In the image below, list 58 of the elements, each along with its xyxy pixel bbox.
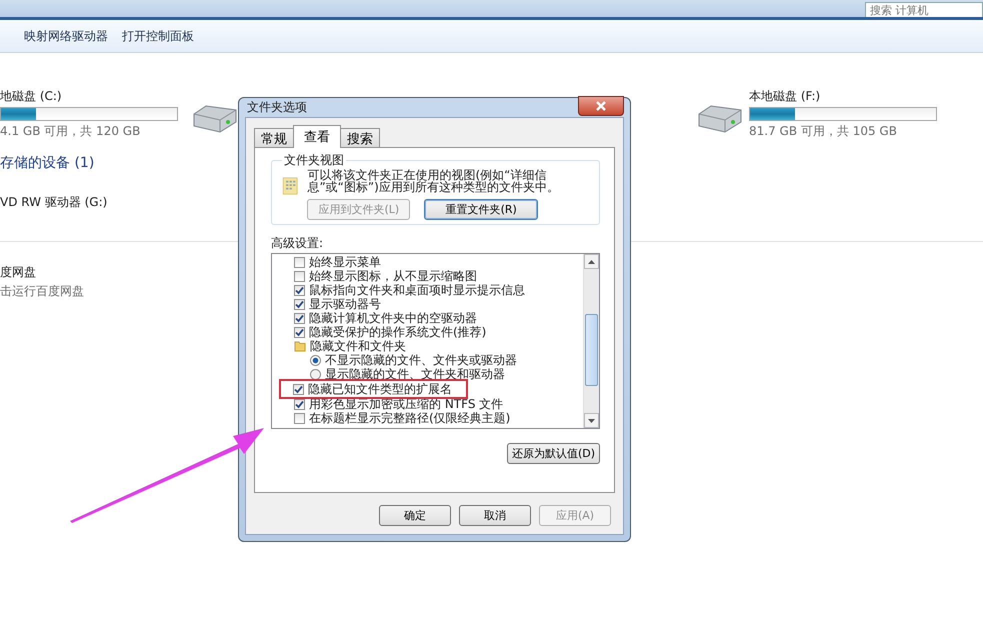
highlighted-setting[interactable]: 隐藏已知文件类型的扩展名 <box>281 381 466 397</box>
drive-free-space: 4.1 GB 可用，共 120 GB <box>0 123 142 140</box>
close-icon <box>596 100 606 110</box>
setting-row[interactable]: 在标题栏显示完整路径(仅限经典主题) <box>294 411 510 425</box>
tab[interactable]: 搜索 <box>340 128 380 147</box>
restore-defaults-button[interactable]: 还原为默认值(D) <box>506 443 600 464</box>
scrollbar[interactable] <box>583 254 599 428</box>
setting-row[interactable]: 隐藏计算机文件夹中的空驱动器 <box>294 311 477 325</box>
radio-button[interactable] <box>310 368 321 380</box>
checkbox[interactable] <box>294 284 305 296</box>
setting-row[interactable]: 始终显示图标，从不显示缩略图 <box>294 269 477 283</box>
setting-label: 隐藏文件和文件夹 <box>310 338 406 354</box>
setting-label: 在标题栏显示完整路径(仅限经典主题) <box>309 410 510 426</box>
setting-label: 显示驱动器号 <box>309 296 381 312</box>
item-name[interactable]: 度网盘 <box>0 264 36 281</box>
checkbox[interactable] <box>294 412 305 424</box>
checkbox[interactable] <box>293 384 304 394</box>
checkbox[interactable] <box>294 298 305 310</box>
setting-label: 隐藏已知文件类型的扩展名 <box>308 380 452 398</box>
setting-label: 始终显示菜单 <box>309 254 381 270</box>
scroll-thumb[interactable] <box>585 314 598 386</box>
close-button[interactable] <box>578 96 624 116</box>
setting-label: 隐藏受保护的操作系统文件(推荐) <box>309 324 486 340</box>
toolbar-button[interactable]: 打开控制面板 <box>118 26 198 46</box>
checkbox[interactable] <box>294 312 305 324</box>
dialog-button[interactable]: 确定 <box>379 505 451 526</box>
setting-row[interactable]: 鼠标指向文件夹和桌面项时显示提示信息 <box>294 283 525 297</box>
setting-row[interactable]: 不显示隐藏的文件、文件夹或驱动器 <box>294 353 517 367</box>
checkbox[interactable] <box>294 256 305 268</box>
drive-name[interactable]: 本地磁盘 (F:) <box>749 88 937 105</box>
toolbar-button[interactable]: 映射网络驱动器 <box>20 26 112 46</box>
folder-views-description: 可以将该文件夹正在使用的视图(例如“详细信息”或“图标”)应用到所有这种类型的文件夹中。 <box>307 169 560 193</box>
advanced-label: 高级设置: <box>271 235 324 252</box>
folder-icon <box>294 340 306 352</box>
setting-row[interactable]: 显示驱动器号 <box>294 297 381 311</box>
group-title: 文件夹视图 <box>283 152 345 169</box>
radio-button[interactable] <box>310 354 321 366</box>
setting-row[interactable]: 隐藏受保护的操作系统文件(推荐) <box>294 325 486 339</box>
checkbox[interactable] <box>294 398 305 410</box>
device-name[interactable]: VD RW 驱动器 (G:) <box>0 194 108 211</box>
dialog-button[interactable]: 取消 <box>459 505 531 526</box>
setting-label: 不显示隐藏的文件、文件夹或驱动器 <box>325 352 517 368</box>
search-field[interactable]: 搜索 计算机 <box>865 2 983 17</box>
item-description: 击运行百度网盘 <box>0 283 84 300</box>
drive-free-space: 81.7 GB 可用，共 105 GB <box>749 123 898 140</box>
checkbox[interactable] <box>294 326 305 338</box>
checkbox[interactable] <box>294 270 305 282</box>
section-heading: 存储的设备 (1) <box>0 154 94 172</box>
tab[interactable]: 查看 <box>293 125 341 148</box>
dialog-title: 文件夹选项 <box>247 99 307 116</box>
setting-label: 隐藏计算机文件夹中的空驱动器 <box>309 310 477 326</box>
setting-label: 鼠标指向文件夹和桌面项时显示提示信息 <box>309 282 525 298</box>
folder-button[interactable]: 重置文件夹(R) <box>424 199 538 220</box>
setting-label: 始终显示图标，从不显示缩略图 <box>309 268 477 284</box>
tab[interactable]: 常规 <box>254 128 294 147</box>
setting-row[interactable]: 隐藏文件和文件夹 <box>294 339 406 353</box>
setting-row[interactable]: 始终显示菜单 <box>294 255 381 269</box>
drive-name[interactable]: 地磁盘 (C:) <box>0 88 178 105</box>
